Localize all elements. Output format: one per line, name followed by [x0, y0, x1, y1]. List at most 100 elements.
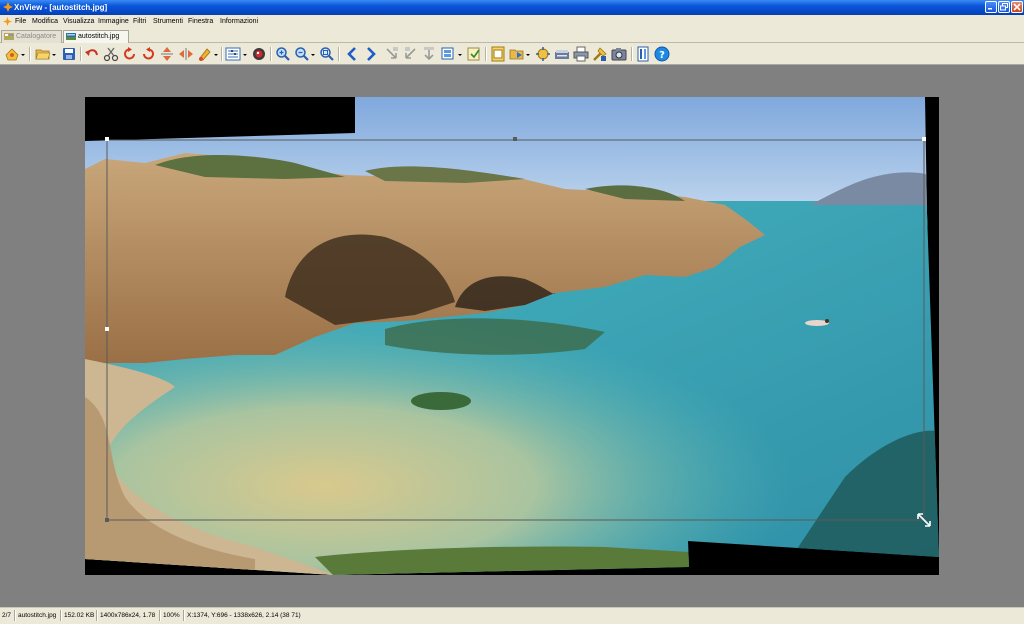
status-separator — [96, 610, 98, 621]
flip-horizontal-icon — [179, 48, 193, 60]
paint-icon — [199, 48, 211, 61]
chevron-down-icon[interactable] — [243, 53, 247, 57]
crop-handle[interactable] — [105, 327, 109, 331]
toolbar-separator — [29, 47, 31, 61]
menu-visualizza[interactable]: Visualizza — [63, 17, 94, 26]
adjust-button[interactable] — [225, 46, 241, 62]
rotate-left-button[interactable] — [122, 46, 138, 62]
acquire-button[interactable] — [535, 46, 551, 62]
status-zoom: 100% — [163, 612, 180, 619]
menu-file[interactable]: File — [15, 17, 26, 26]
rotate-left-icon — [124, 47, 135, 60]
print-icon — [573, 46, 589, 62]
previous-icon — [347, 47, 356, 61]
catalog-icon — [4, 33, 14, 40]
scanner-button[interactable] — [554, 46, 570, 62]
restore-icon — [1000, 3, 1008, 11]
menu-strumenti[interactable]: Strumenti — [153, 17, 183, 26]
move-button[interactable] — [421, 46, 437, 62]
open-button[interactable] — [35, 46, 51, 62]
zoom-fit-button[interactable] — [319, 46, 335, 62]
xnview-app-icon[interactable] — [3, 2, 13, 12]
status-index: 2/7 — [2, 612, 12, 619]
image-tab-icon — [66, 33, 76, 40]
settings-button[interactable] — [635, 46, 651, 62]
undo-button[interactable] — [84, 46, 100, 62]
cut-button[interactable] — [103, 46, 119, 62]
menu-modifica[interactable]: Modifica — [32, 17, 58, 26]
panorama-photo[interactable] — [85, 97, 939, 575]
menu-filtri[interactable]: Filtri — [133, 17, 146, 26]
zoom-in-button[interactable] — [275, 46, 291, 62]
menu-immagine[interactable]: Immagine — [98, 17, 129, 26]
title-bar: XnView - [autostitch.jpg] — [0, 0, 1024, 15]
browser-button[interactable] — [4, 46, 20, 62]
chevron-down-icon[interactable] — [458, 53, 462, 57]
status-bar: 2/7 autostitch.jpg 152.02 KB 1400x786x24… — [0, 607, 1024, 624]
last-icon — [405, 47, 416, 59]
rotate-right-icon — [143, 47, 154, 60]
copy-button[interactable] — [441, 46, 457, 62]
tab-bar: Catalogatore autostitch.jpg — [0, 28, 1024, 43]
status-filename: autostitch.jpg — [18, 612, 57, 619]
flip-vertical-button[interactable] — [159, 46, 175, 62]
help-button[interactable]: ? — [654, 46, 670, 62]
move-icon — [424, 47, 434, 61]
chevron-down-icon[interactable] — [21, 53, 25, 57]
paint-button[interactable] — [197, 46, 213, 62]
minimize-icon — [988, 8, 992, 10]
toolbar-separator — [338, 47, 340, 61]
tab-catalogatore[interactable]: Catalogatore — [1, 30, 62, 43]
rotate-right-button[interactable] — [140, 46, 156, 62]
crop-handle[interactable] — [105, 518, 109, 522]
menu-finestra[interactable]: Finestra — [188, 17, 213, 26]
restore-button[interactable] — [998, 1, 1010, 13]
status-separator — [14, 610, 16, 621]
chevron-down-icon[interactable] — [526, 53, 530, 57]
next-button[interactable] — [363, 46, 379, 62]
image-canvas[interactable] — [85, 97, 939, 575]
tab-autostitch-label: autostitch.jpg — [78, 33, 120, 40]
color-button[interactable] — [251, 46, 267, 62]
print-button[interactable] — [573, 46, 589, 62]
tools-button[interactable] — [592, 46, 608, 62]
menu-informazioni[interactable]: Informazioni — [220, 17, 258, 26]
crop-handle[interactable] — [513, 137, 517, 141]
first-icon — [386, 47, 398, 59]
crop-handle[interactable] — [105, 137, 109, 141]
chevron-down-icon[interactable] — [214, 53, 218, 57]
toolbar-separator — [631, 47, 633, 61]
status-coordinates: X:1374, Y:696 - 1338x626, 2.14 (38 71) — [187, 612, 301, 619]
svg-text:?: ? — [659, 50, 665, 61]
slideshow-button[interactable] — [466, 46, 482, 62]
new-button[interactable] — [490, 46, 506, 62]
zoom-fit-icon — [320, 47, 334, 61]
toolbar-separator — [485, 47, 487, 61]
first-button[interactable] — [384, 46, 400, 62]
slideshow-icon — [467, 47, 480, 61]
flip-horizontal-button[interactable] — [178, 46, 194, 62]
tab-autostitch[interactable]: autostitch.jpg — [63, 30, 129, 43]
image-viewer[interactable] — [0, 64, 1024, 607]
zoom-out-button[interactable] — [294, 46, 310, 62]
close-button[interactable] — [1011, 1, 1023, 13]
camera-icon — [611, 48, 627, 61]
undo-icon — [85, 49, 98, 56]
save-button[interactable] — [61, 46, 77, 62]
last-button[interactable] — [403, 46, 419, 62]
status-filesize: 152.02 KB — [64, 612, 95, 619]
document-menu-icon[interactable] — [3, 17, 12, 26]
browser-icon — [5, 48, 19, 61]
minimize-button[interactable] — [985, 1, 997, 13]
export-button[interactable] — [509, 46, 525, 62]
color-icon — [253, 48, 265, 60]
chevron-down-icon[interactable] — [52, 53, 56, 57]
chevron-down-icon[interactable] — [311, 53, 315, 57]
toolbar: ? — [0, 44, 1024, 64]
previous-button[interactable] — [344, 46, 360, 62]
tools-icon — [593, 47, 607, 61]
crop-handle[interactable] — [922, 137, 926, 141]
camera-button[interactable] — [611, 46, 627, 62]
status-separator — [159, 610, 161, 621]
window-title: XnView - [autostitch.jpg] — [14, 3, 108, 12]
